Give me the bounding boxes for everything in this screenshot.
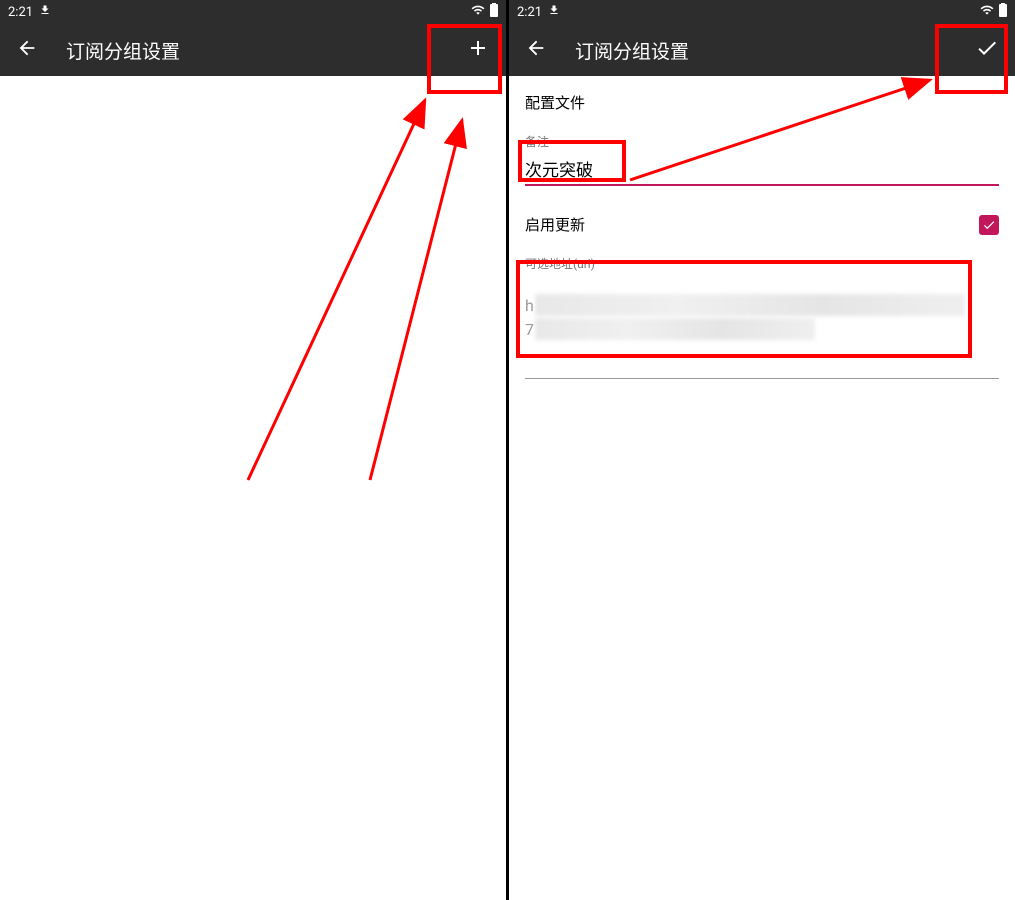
url-label: 可选地址(url) <box>525 255 999 272</box>
section-title: 配置文件 <box>525 92 999 113</box>
remark-input[interactable] <box>525 154 999 186</box>
battery-icon-right <box>999 3 1007 21</box>
status-time: 2:21 <box>8 5 33 20</box>
url-line1: h <box>525 296 534 315</box>
status-time-right: 2:21 <box>517 5 542 20</box>
right-screen: 2:21 订阅分组设置 配置文件 备注 启用更新 <box>509 0 1015 900</box>
url-input[interactable]: h ttps://example-subscription-url.com/pa… <box>525 276 999 360</box>
enable-update-label: 启用更新 <box>525 214 585 235</box>
back-icon[interactable] <box>16 37 38 63</box>
back-icon-right[interactable] <box>525 37 547 63</box>
status-bar: 2:21 <box>0 0 506 24</box>
page-title-left: 订阅分组设置 <box>66 37 180 64</box>
app-bar-right: 订阅分组设置 <box>509 24 1015 76</box>
content-area: 配置文件 备注 启用更新 可选地址(url) h ttps://example-… <box>509 76 1015 395</box>
url-line2: 7 <box>525 320 534 339</box>
wifi-icon-right <box>979 3 995 21</box>
battery-icon <box>490 3 498 21</box>
enable-update-checkbox[interactable] <box>979 215 999 235</box>
url-underline <box>525 378 999 379</box>
confirm-button[interactable] <box>975 36 999 64</box>
remark-label: 备注 <box>525 133 999 150</box>
left-screen: 2:21 订阅分组设置 <box>0 0 506 900</box>
app-bar-left: 订阅分组设置 <box>0 24 506 76</box>
wifi-icon <box>470 3 486 21</box>
download-icon-right <box>548 4 560 20</box>
page-title-right: 订阅分组设置 <box>575 37 689 64</box>
download-icon <box>39 4 51 20</box>
add-button[interactable] <box>466 36 490 64</box>
status-bar-right: 2:21 <box>509 0 1015 24</box>
